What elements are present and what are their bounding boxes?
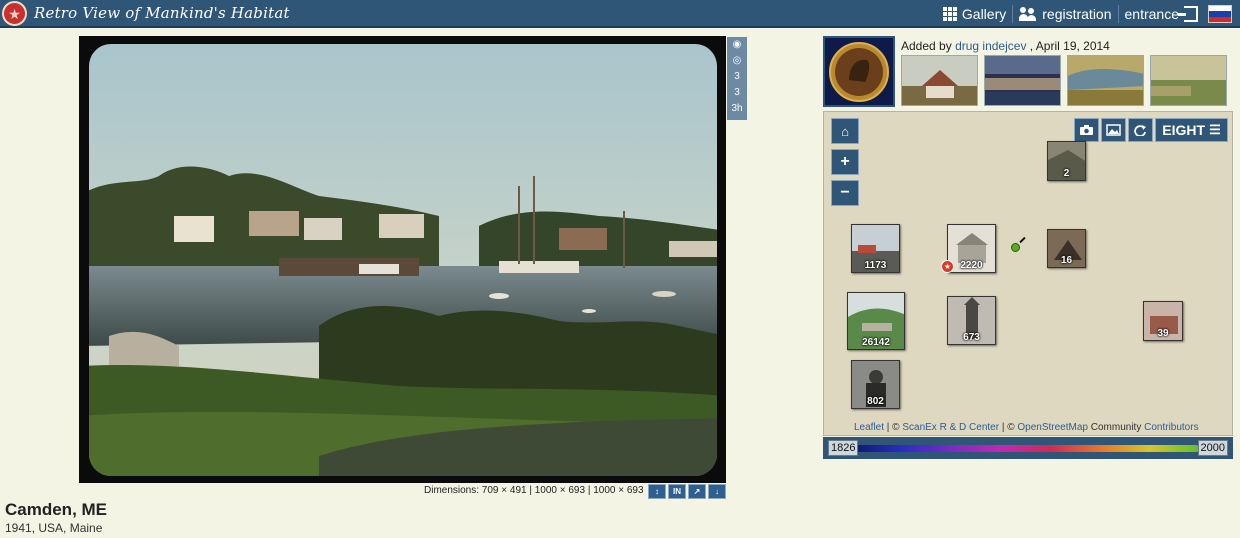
gallery-link[interactable]: Gallery <box>937 0 1012 28</box>
photo-side-toolbar: ◉ ◎ 3 3 3h <box>727 37 747 120</box>
fit-button[interactable]: ↕ <box>648 484 666 499</box>
marker-count: 39 <box>1157 328 1169 339</box>
main-photo[interactable] <box>79 36 726 483</box>
gallery-label: Gallery <box>961 6 1007 22</box>
thumb-image <box>1068 56 1143 105</box>
thumb-image <box>1151 56 1226 105</box>
timeline-end-year[interactable]: 2000 <box>1197 440 1228 456</box>
uploader-link[interactable]: drug indejcev <box>955 39 1026 53</box>
location-map[interactable]: ⌂ + − EIGHT ☰ 2 1173 2220 ★ 16 26142 673 <box>823 111 1233 436</box>
attribution-separator: | © <box>999 422 1018 433</box>
map-photo-marker[interactable]: 2 <box>1047 141 1086 181</box>
map-photo-marker[interactable]: 39 <box>1143 301 1183 341</box>
entrance-link[interactable]: entrance <box>1119 0 1204 28</box>
main-nav: Gallery registration entrance <box>937 0 1240 28</box>
map-photo-marker[interactable]: 802 <box>851 360 900 409</box>
scanex-link[interactable]: ScanEx R & D Center <box>902 422 999 433</box>
thumb-image <box>902 56 977 105</box>
photo-subtitle: 1941, USA, Maine <box>5 521 103 535</box>
related-photo-thumb[interactable] <box>984 55 1061 106</box>
map-photo-marker[interactable]: 2220 <box>947 224 996 273</box>
uploader-avatar[interactable] <box>823 36 895 107</box>
contributors-link[interactable]: Contributors <box>1144 422 1198 433</box>
zoom-in-button[interactable]: + <box>831 149 859 175</box>
leaflet-link[interactable]: Leaflet <box>854 422 884 433</box>
direction-arrow-icon <box>1019 236 1026 244</box>
osm-link[interactable]: OpenStreetMap <box>1017 422 1088 433</box>
location-star-icon[interactable]: ★ <box>941 260 954 273</box>
camera-icon[interactable]: ◉ <box>727 37 747 53</box>
layer-button-label: EIGHT <box>1162 122 1206 138</box>
map-attribution: Leaflet | © ScanEx R & D Center | © Open… <box>854 422 1199 433</box>
added-by-prefix: Added by <box>901 39 952 53</box>
users-icon <box>1019 7 1037 21</box>
site-title[interactable]: Retro View of Mankind's Habitat <box>34 4 290 22</box>
attribution-separator: | © <box>884 422 903 433</box>
download-button[interactable]: ↓ <box>708 484 726 499</box>
map-photo-marker[interactable]: 673 <box>947 296 996 345</box>
camera-icon[interactable] <box>1074 118 1099 142</box>
site-logo-icon[interactable]: ★ <box>2 1 27 26</box>
marker-count: 26142 <box>862 337 890 348</box>
rotate-icon[interactable] <box>1128 118 1153 142</box>
marker-count: 802 <box>867 396 884 407</box>
upload-date: , April 19, 2014 <box>1029 39 1110 53</box>
photo-action-buttons: ↕ IN ↗ ↓ <box>648 484 726 499</box>
added-by-line: Added by drug indejcev , April 19, 2014 <box>901 39 1110 53</box>
year-timeline[interactable]: 1826 2000 <box>823 437 1233 459</box>
related-photo-thumb[interactable] <box>901 55 978 106</box>
marker-count: 1173 <box>864 260 887 271</box>
current-location-icon[interactable] <box>1011 243 1020 252</box>
timeline-gradient-bar[interactable] <box>853 445 1199 452</box>
marker-count: 2 <box>1063 168 1070 179</box>
entrance-label: entrance <box>1124 6 1179 22</box>
time-count[interactable]: 3h <box>727 101 747 117</box>
photo-title: Camden, ME <box>5 500 108 519</box>
marker-count: 16 <box>1060 255 1073 266</box>
registration-link[interactable]: registration <box>1013 0 1117 28</box>
zoom-in-button[interactable]: IN <box>668 484 686 499</box>
top-bar: ★ Retro View of Mankind's Habitat Galler… <box>0 0 1240 28</box>
comments-count[interactable]: 3 <box>727 69 747 85</box>
dimensions-text: Dimensions: 709 × 491 | 1000 × 693 | 100… <box>424 485 644 496</box>
timeline-start-year[interactable]: 1826 <box>828 440 859 456</box>
map-layer-button[interactable]: EIGHT ☰ <box>1155 118 1228 142</box>
coin-avatar-image <box>829 41 889 102</box>
views-count[interactable]: 3 <box>727 85 747 101</box>
related-photo-thumb[interactable] <box>1067 55 1144 106</box>
map-photo-marker[interactable]: 1173 <box>851 224 900 273</box>
home-icon[interactable]: ⌂ <box>831 118 859 144</box>
sign-in-icon <box>1178 6 1198 22</box>
zoom-out-button[interactable]: − <box>831 180 859 206</box>
map-photo-marker[interactable]: 16 <box>1047 229 1086 268</box>
thumb-image <box>985 56 1060 105</box>
grid-icon <box>942 7 957 21</box>
share-button[interactable]: ↗ <box>688 484 706 499</box>
russian-flag-icon[interactable] <box>1208 5 1232 23</box>
map-photo-marker[interactable]: 26142 <box>847 292 905 350</box>
registration-label: registration <box>1042 6 1112 22</box>
eye-icon[interactable]: ◎ <box>727 53 747 69</box>
marker-count: 2220 <box>960 260 983 271</box>
harbor-photo-image <box>89 44 717 476</box>
related-photo-thumb[interactable] <box>1150 55 1227 106</box>
picture-icon[interactable] <box>1101 118 1126 142</box>
attribution-text: Community <box>1087 422 1145 433</box>
layers-icon: ☰ <box>1209 122 1221 137</box>
marker-count: 673 <box>963 332 980 343</box>
